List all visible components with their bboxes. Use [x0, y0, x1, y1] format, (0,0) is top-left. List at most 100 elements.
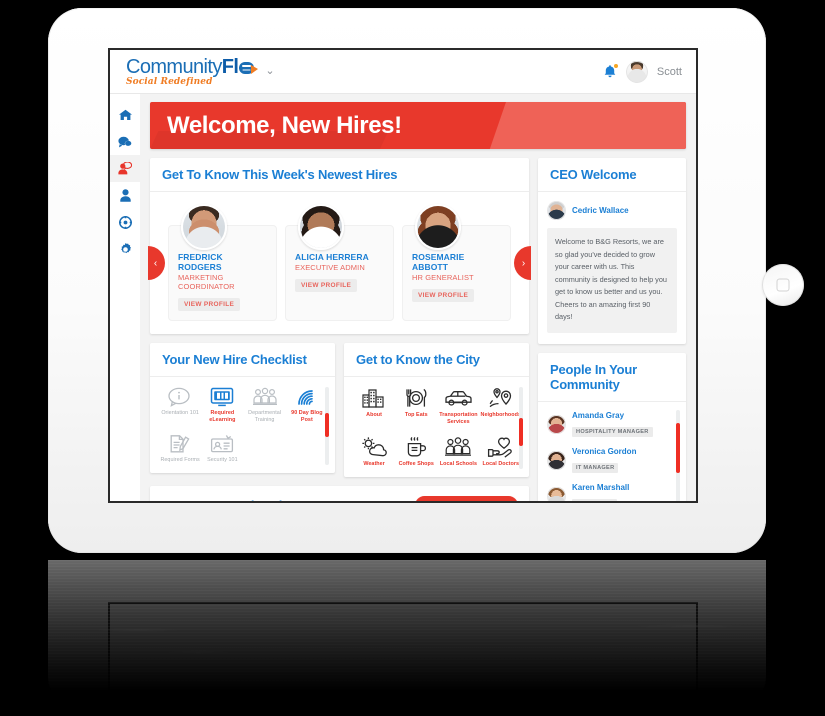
hire-role: HR GENERALIST	[412, 273, 474, 282]
hire-name: ROSEMARIE ABBOTT	[412, 252, 465, 272]
ceo-header: CEO Welcome	[538, 158, 686, 192]
person-role-badge: IT MANAGER	[572, 462, 619, 473]
students-group-icon	[445, 436, 472, 456]
city-item-about[interactable]: About	[354, 387, 394, 427]
hand-heart-icon	[487, 437, 512, 458]
people-body: Amanda Gray HOSPITALITY MANAGER Veronica…	[538, 402, 686, 501]
city-title: Get to Know the City	[356, 352, 480, 367]
people-group-icon	[252, 387, 277, 405]
city-item-neighborhoods[interactable]: Neighborhoods	[481, 387, 521, 427]
people-card: People In Your Community Amanda Gray HOS…	[538, 352, 686, 501]
sidebar-item-settings[interactable]	[110, 236, 140, 263]
view-profile-button[interactable]: VIEW PROFILE	[295, 279, 358, 292]
hire-card[interactable]: ALICIA HERRERA EXECUTIVE ADMIN VIEW PROF…	[285, 204, 394, 321]
map-pins-icon	[489, 388, 511, 408]
people-scrollbar[interactable]	[676, 409, 680, 501]
city-item-label: Neighborhoods	[480, 412, 521, 418]
home-button[interactable]	[762, 264, 804, 306]
notification-badge	[612, 63, 619, 69]
list-item[interactable]: Veronica Gordon IT MANAGER	[547, 447, 677, 474]
fork-plate-knife-icon	[406, 388, 427, 407]
checklist-item-required-elearning[interactable]: Required eLearning	[202, 387, 242, 425]
checklist-body: Orientation 101 Required eLearning Depar…	[150, 377, 335, 473]
hire-avatar	[181, 204, 227, 250]
sidebar-item-messages[interactable]	[110, 128, 140, 155]
carousel-prev-button[interactable]: ‹	[148, 246, 165, 280]
speech-bubble-info-icon	[168, 387, 190, 407]
person-name[interactable]: Veronica Gordon	[572, 447, 636, 456]
city-item-coffee-shops[interactable]: Coffee Shops	[396, 436, 436, 468]
newest-hires-card: Get To Know This Week's Newest Hires ‹ F…	[148, 158, 531, 334]
car-icon	[445, 391, 473, 406]
chevron-down-icon[interactable]: ⌄	[265, 64, 274, 77]
ceo-body: Cedric Wallace Welcome to B&G Resorts, w…	[538, 192, 686, 344]
city-item-label: Transportation Services	[439, 412, 478, 426]
checklist-title: Your New Hire Checklist	[162, 352, 307, 367]
app-body: Welcome, New Hires! Get To Know This Wee…	[110, 94, 696, 501]
ceo-person[interactable]: Cedric Wallace	[547, 201, 677, 220]
content-main-column: Get To Know This Week's Newest Hires ‹ F…	[148, 158, 531, 501]
checklist-item-label: Orientation 101	[161, 410, 199, 416]
ceo-welcome-card: CEO Welcome Cedric Wallace Welcome to B&…	[538, 158, 686, 344]
newest-hires-title: Get To Know This Week's Newest Hires	[162, 167, 398, 182]
hire-name: FREDRICK RODGERS	[178, 252, 223, 272]
city-item-top-eats[interactable]: Top Eats	[396, 387, 436, 427]
brand-logo[interactable]: CommunityFl Social Redefined ⌄	[126, 57, 275, 87]
city-body: About Top Eats Transportation Services N…	[344, 377, 529, 477]
tablet-device: CommunityFl Social Redefined ⌄ Scott Wel…	[48, 8, 804, 553]
city-scrollbar[interactable]	[519, 387, 523, 469]
hire-name: ALICIA HERRERA	[295, 252, 369, 262]
view-profile-button[interactable]: VIEW PROFILE	[178, 298, 241, 311]
city-item-weather[interactable]: Weather	[354, 436, 394, 468]
city-card: Get to Know the City About Top Eats Tran…	[344, 343, 529, 477]
ceo-name[interactable]: Cedric Wallace	[572, 206, 629, 215]
list-item[interactable]: Karen Marshall CONCIERGE	[547, 483, 677, 501]
city-item-local-doctors[interactable]: Local Doctors	[481, 436, 521, 468]
screenshot-stage: CommunityFl Social Redefined ⌄ Scott Wel…	[0, 0, 825, 716]
person-name[interactable]: Karen Marshall	[572, 483, 629, 492]
sidebar-item-home[interactable]	[110, 101, 140, 128]
header-user-name[interactable]: Scott	[657, 66, 682, 78]
ceo-avatar	[547, 201, 566, 220]
avatar[interactable]	[625, 60, 648, 83]
people-scroll-thumb[interactable]	[676, 422, 680, 474]
blog-header: 90 Days New Hire Blog VIEW RECENT POSTS	[150, 486, 529, 501]
person-avatar	[547, 414, 566, 434]
buildings-icon	[362, 389, 384, 408]
city-item-local-schools[interactable]: Local Schools	[438, 436, 478, 468]
blog-card: 90 Days New Hire Blog VIEW RECENT POSTS	[150, 485, 529, 501]
city-scroll-thumb[interactable]	[519, 418, 523, 446]
checklist-item-departmental-training[interactable]: Departmental Training	[245, 387, 285, 425]
coffee-mug-icon	[408, 436, 427, 457]
ceo-title: CEO Welcome	[550, 167, 637, 182]
view-recent-posts-button[interactable]: VIEW RECENT POSTS	[415, 495, 518, 501]
person-name[interactable]: Amanda Gray	[572, 411, 653, 420]
carousel-next-button[interactable]: ›	[514, 246, 531, 280]
hire-avatar	[298, 204, 344, 250]
hire-card[interactable]: ROSEMARIE ABBOTT HR GENERALIST VIEW PROF…	[402, 204, 511, 321]
banner-title: Welcome, New Hires!	[167, 111, 402, 139]
checklist-item-90-day-blog-post[interactable]: 90 Day Blog Post	[287, 387, 327, 425]
checklist-item-label: Required eLearning	[209, 410, 236, 424]
notification-bell-icon[interactable]	[603, 63, 619, 79]
hire-card[interactable]: FREDRICK RODGERS MARKETING COORDINATOR V…	[168, 204, 277, 321]
monitor-elearning-icon	[211, 387, 234, 407]
sidebar-item-profile[interactable]	[110, 182, 140, 209]
city-item-transportation-services[interactable]: Transportation Services	[438, 387, 478, 427]
sidebar-item-new-hires[interactable]	[110, 155, 140, 182]
content-side-column: CEO Welcome Cedric Wallace Welcome to B&…	[538, 158, 686, 501]
list-item[interactable]: Amanda Gray HOSPITALITY MANAGER	[547, 411, 677, 438]
checklist-item-required-forms[interactable]: Required Forms	[160, 434, 200, 464]
city-item-label: Local Doctors	[482, 460, 520, 467]
checklist-item-security-101[interactable]: Security 101	[202, 434, 242, 464]
checklist-scroll-thumb[interactable]	[325, 413, 329, 437]
view-profile-button[interactable]: VIEW PROFILE	[412, 289, 475, 302]
person-avatar	[547, 450, 566, 470]
checklist-item-orientation-101[interactable]: Orientation 101	[160, 387, 200, 425]
city-header: Get to Know the City	[344, 343, 529, 377]
hire-avatar	[415, 204, 461, 250]
sidebar-nav	[110, 94, 140, 501]
checklist-scrollbar[interactable]	[325, 387, 329, 465]
tablet-reflection	[48, 560, 766, 710]
sidebar-item-explore[interactable]	[110, 209, 140, 236]
